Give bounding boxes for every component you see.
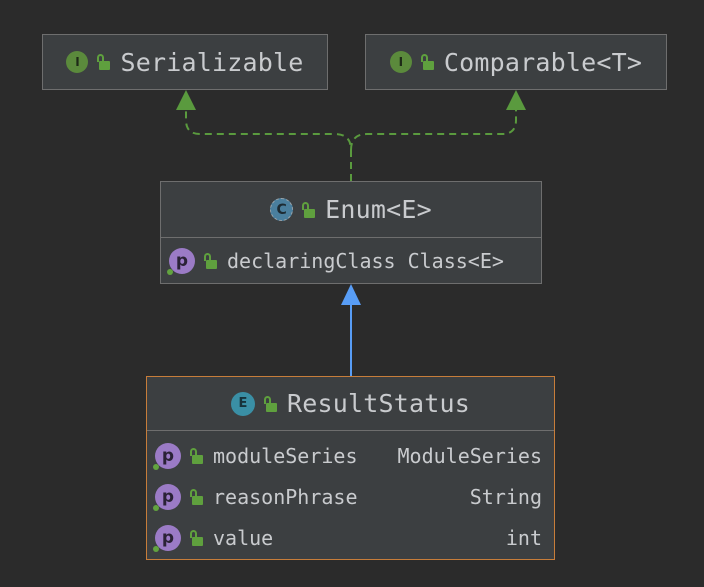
node-enum[interactable]: C Enum<E> p declaringClass Class<E>	[160, 181, 542, 284]
edge-arrowhead-comparable	[506, 90, 526, 110]
uml-diagram-canvas: I Serializable I Comparable<T> C Enum<E>	[0, 0, 704, 587]
public-lock-icon	[96, 54, 111, 70]
node-members-resultstatus: p moduleSeries ModuleSeries p reasonPhra…	[147, 430, 554, 558]
public-lock-icon	[189, 529, 203, 546]
member-type: ModuleSeries	[397, 443, 543, 468]
node-title-comparable: Comparable<T>	[443, 47, 643, 77]
public-lock-icon	[420, 54, 434, 70]
property-icon: p	[153, 442, 181, 470]
public-lock-icon	[189, 488, 203, 505]
abstract-class-icon: C	[270, 198, 294, 221]
public-lock-icon	[263, 395, 277, 412]
edge-arrowhead-enum	[341, 284, 361, 305]
interface-icon: I	[389, 51, 412, 73]
member-row[interactable]: p value int	[147, 517, 554, 558]
node-comparable[interactable]: I Comparable<T>	[365, 34, 667, 90]
member-row[interactable]: p declaringClass Class<E>	[161, 238, 541, 283]
member-name: reasonPhrase	[213, 484, 358, 509]
interface-icon: I	[66, 51, 89, 73]
property-icon: p	[167, 247, 195, 275]
node-resultstatus[interactable]: E ResultStatus p moduleSeries ModuleSeri…	[146, 376, 555, 560]
member-name: value	[213, 525, 274, 550]
public-lock-icon	[301, 201, 316, 218]
member-name: moduleSeries	[213, 443, 358, 468]
node-title-resultstatus: ResultStatus	[286, 389, 470, 418]
property-icon: p	[153, 524, 181, 552]
edge-arrowhead-serializable	[176, 90, 196, 110]
node-serializable[interactable]: I Serializable	[42, 34, 328, 90]
node-title-serializable: Serializable	[120, 47, 304, 77]
member-type: Class<E>	[407, 248, 504, 273]
node-header-resultstatus: E ResultStatus	[147, 377, 554, 430]
member-type: String	[469, 484, 542, 509]
node-header-serializable: I Serializable	[43, 35, 327, 89]
property-icon: p	[153, 483, 181, 511]
edge-enum-implements-serializable	[185, 108, 352, 181]
member-row[interactable]: p reasonPhrase String	[147, 476, 554, 517]
edge-enum-implements-comparable	[350, 108, 517, 151]
node-header-enum: C Enum<E>	[161, 182, 541, 237]
member-name: declaringClass	[227, 248, 396, 273]
node-header-comparable: I Comparable<T>	[366, 35, 666, 89]
public-lock-icon	[203, 252, 217, 269]
enum-icon: E	[230, 391, 255, 416]
member-row[interactable]: p moduleSeries ModuleSeries	[147, 435, 554, 476]
member-type: int	[505, 525, 542, 550]
node-members-enum: p declaringClass Class<E>	[161, 237, 541, 283]
node-title-enum: Enum<E>	[325, 195, 432, 224]
public-lock-icon	[189, 447, 203, 464]
